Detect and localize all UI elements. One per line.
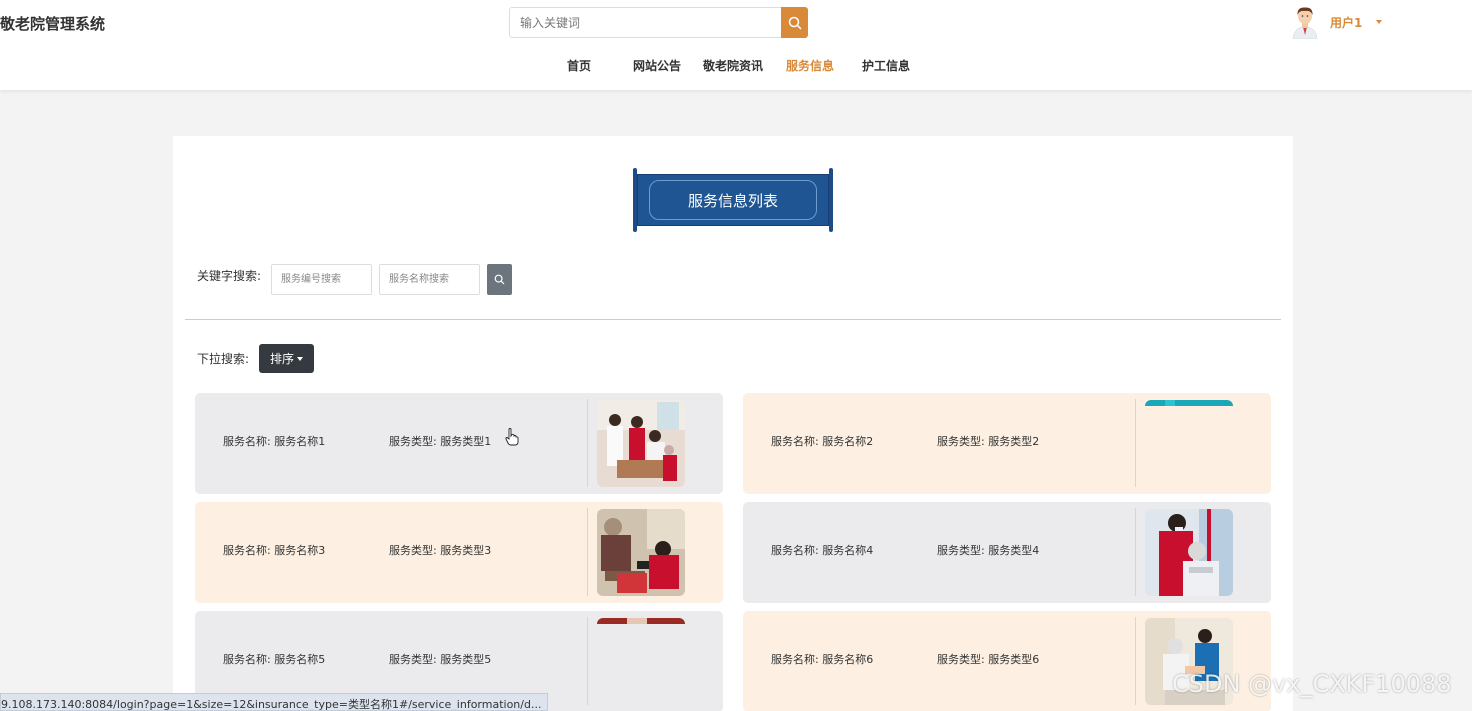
card-divider <box>587 617 588 705</box>
service-card[interactable]: 服务名称: 服务名称3 服务类型: 服务类型3 <box>195 502 723 603</box>
service-photo[interactable] <box>1145 509 1233 596</box>
card-divider <box>587 399 588 487</box>
card-divider <box>1135 508 1136 596</box>
service-card[interactable]: 服务名称: 服务名称1 服务类型: 服务类型1 <box>195 393 723 494</box>
search-button[interactable] <box>781 7 808 38</box>
nav-item-news[interactable]: 敬老院资讯 <box>703 57 763 74</box>
sort-dropdown-button[interactable]: 排序 <box>259 344 314 373</box>
service-card[interactable]: 服务名称: 服务名称2 服务类型: 服务类型2 <box>743 393 1271 494</box>
user-menu[interactable]: 用户1 <box>1290 5 1383 40</box>
service-type: 服务类型: 服务类型3 <box>389 544 492 557</box>
banner-rod-right <box>829 168 833 232</box>
service-photo[interactable] <box>597 509 685 596</box>
nav-item-service-info[interactable]: 服务信息 <box>786 57 834 74</box>
service-type: 服务类型: 服务类型4 <box>937 544 1040 557</box>
page-title: 服务信息列表 <box>649 180 817 220</box>
service-name: 服务名称: 服务名称4 <box>771 544 874 557</box>
keyword-search-label: 关键字搜索: <box>197 269 262 283</box>
chevron-down-icon <box>297 356 303 361</box>
service-type: 服务类型: 服务类型1 <box>389 435 492 448</box>
card-divider <box>1135 399 1136 487</box>
nav-item-home[interactable]: 首页 <box>567 57 591 74</box>
avatar <box>1290 5 1320 40</box>
service-photo[interactable] <box>597 400 685 487</box>
hand-cursor-icon <box>505 428 519 450</box>
browser-status-bar: 9.108.173.140:8084/login?page=1&size=12&… <box>0 693 548 711</box>
chevron-down-icon <box>1376 20 1383 24</box>
service-number-search-input[interactable] <box>271 264 372 295</box>
search-input[interactable] <box>509 7 781 38</box>
service-name-search-input[interactable] <box>379 264 480 295</box>
service-name: 服务名称: 服务名称6 <box>771 653 874 666</box>
nav-item-caregiver-info[interactable]: 护工信息 <box>862 57 910 74</box>
banner-plate: 服务信息列表 <box>637 174 829 226</box>
user-name: 用户1 <box>1330 15 1363 30</box>
search-icon <box>788 16 802 30</box>
page-title-banner: 服务信息列表 <box>633 168 833 232</box>
keyword-search-button[interactable] <box>487 264 512 295</box>
service-card[interactable]: 服务名称: 服务名称4 服务类型: 服务类型4 <box>743 502 1271 603</box>
service-photo[interactable] <box>1145 400 1233 487</box>
service-name: 服务名称: 服务名称5 <box>223 653 326 666</box>
watermark: CSDN @vx_CXKF10088 <box>1172 670 1452 698</box>
service-type: 服务类型: 服务类型2 <box>937 435 1040 448</box>
sort-label: 排序 <box>269 352 294 366</box>
main-nav: 首页 网站公告 敬老院资讯 服务信息 护工信息 <box>0 57 1472 75</box>
card-divider <box>587 508 588 596</box>
divider <box>185 319 1281 320</box>
card-divider <box>1135 617 1136 705</box>
service-name: 服务名称: 服务名称1 <box>223 435 326 448</box>
service-type: 服务类型: 服务类型6 <box>937 653 1040 666</box>
service-type: 服务类型: 服务类型5 <box>389 653 492 666</box>
service-name: 服务名称: 服务名称2 <box>771 435 874 448</box>
service-name: 服务名称: 服务名称3 <box>223 544 326 557</box>
search-icon <box>494 274 505 285</box>
header: 敬老院管理系统 用户1 首页 网站公告 敬老院资讯 服务信息 护工信息 <box>0 0 1472 90</box>
site-title[interactable]: 敬老院管理系统 <box>0 13 105 34</box>
nav-item-announcements[interactable]: 网站公告 <box>633 57 681 74</box>
service-photo[interactable] <box>597 618 685 705</box>
dropdown-search-label: 下拉搜索: <box>197 352 250 366</box>
